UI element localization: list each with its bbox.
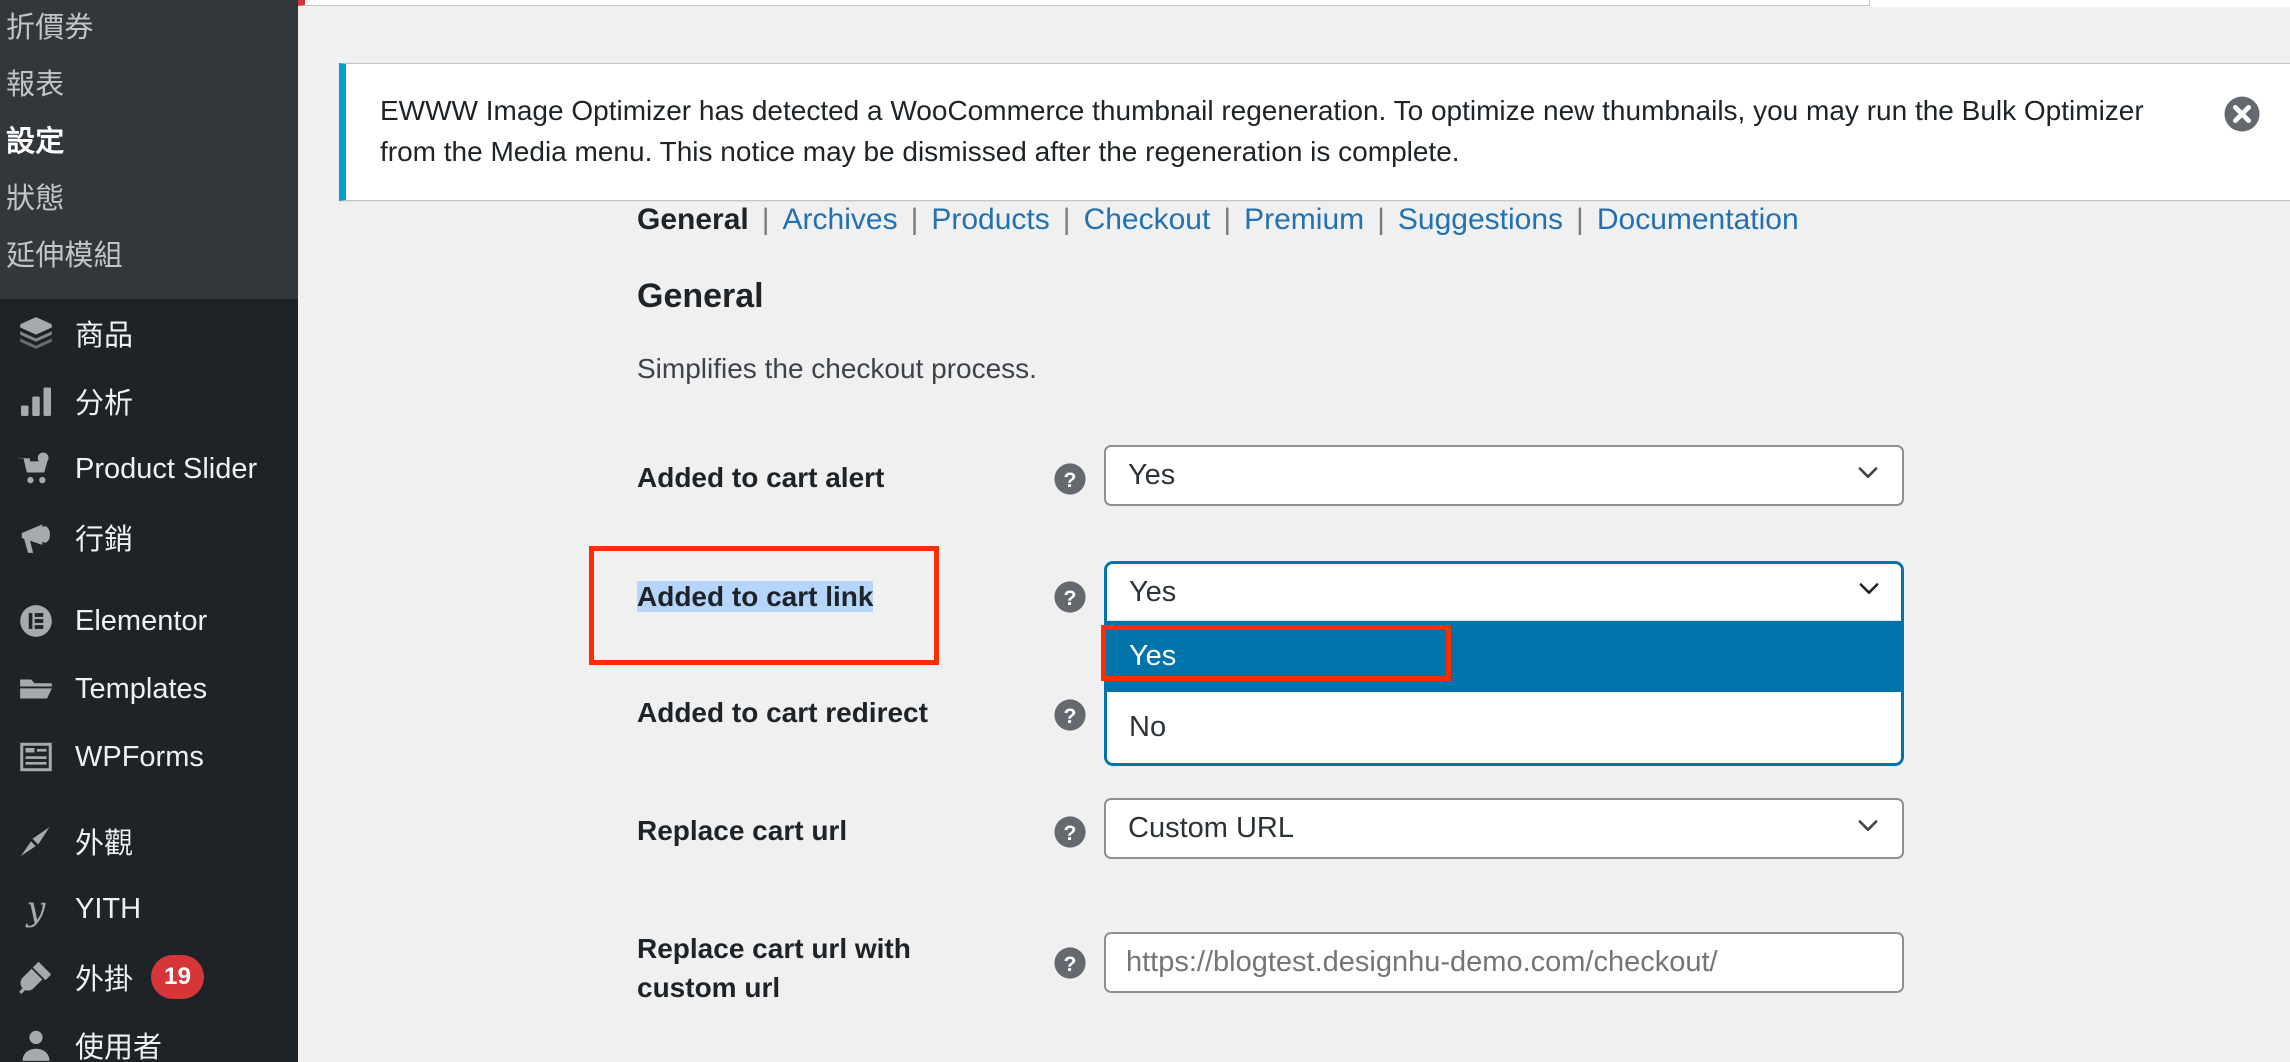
sidebar-item-marketing[interactable]: 行銷 [0, 503, 298, 571]
field-replace-cart-url-custom [1104, 932, 1904, 993]
label-replace-cart-url-custom: Replace cart url with custom url [637, 933, 911, 1003]
megaphone-icon [6, 518, 66, 556]
yith-icon: y [6, 890, 66, 928]
chevron-down-icon [1855, 574, 1883, 610]
cart-gear-icon [6, 450, 66, 488]
sidebar-item-label: 使用者 [75, 1032, 163, 1062]
submenu-item-coupons[interactable]: 折價券 [0, 0, 298, 57]
elementor-icon [6, 602, 66, 640]
submenu-item-status[interactable]: 狀態 [0, 171, 298, 228]
sidebar-item-wpforms[interactable]: WPForms [0, 723, 298, 791]
select-option-no[interactable]: No [1107, 692, 1901, 763]
field-added-to-cart-alert: Yes [1104, 445, 1904, 506]
select-added-to-cart-link-value[interactable]: Yes [1107, 564, 1901, 621]
label-replace-cart-url: Replace cart url [637, 815, 848, 846]
svg-text:?: ? [1064, 952, 1077, 976]
sidebar-item-product-slider[interactable]: Product Slider [0, 435, 298, 503]
label-added-to-cart-alert: Added to cart alert [637, 462, 885, 493]
sidebar-item-label: WPForms [75, 740, 204, 773]
wordpress-admin-screen: 折價券 報表 設定 狀態 延伸模組 商品 分析 Product Slider 行… [0, 0, 2290, 1062]
woocommerce-submenu: 折價券 報表 設定 狀態 延伸模組 [0, 0, 298, 299]
option-label: Yes [1129, 640, 1177, 672]
help-circle-icon[interactable]: ? [1053, 946, 1087, 980]
plugin-icon [6, 958, 66, 996]
settings-form: Added to cart alert ? Yes Added to cart … [298, 0, 2290, 1062]
plugin-update-count-badge: 19 [151, 955, 205, 999]
label-added-to-cart-link-text: Added to cart link [637, 581, 874, 612]
appearance-brush-icon [6, 822, 66, 860]
sidebar-item-label: 外觀 [75, 828, 134, 860]
sidebar-item-label: Product Slider [75, 452, 258, 485]
select-added-to-cart-link-open[interactable]: Yes Yes No [1104, 561, 1904, 766]
select-value: Custom URL [1128, 812, 1294, 844]
chevron-down-icon [1854, 811, 1882, 847]
help-circle-icon[interactable]: ? [1053, 698, 1087, 732]
sidebar-item-users[interactable]: 使用者 [0, 1011, 298, 1062]
sidebar-item-label: YITH [75, 892, 142, 925]
sidebar-item-products[interactable]: 商品 [0, 299, 298, 367]
select-value: Yes [1129, 575, 1177, 608]
sidebar-item-label: Elementor [75, 604, 208, 637]
sidebar-item-label: 行銷 [75, 524, 134, 556]
sidebar-item-label: 外掛 [75, 964, 134, 996]
field-replace-cart-url: Custom URL [1104, 798, 1904, 859]
help-circle-icon[interactable]: ? [1053, 815, 1087, 849]
analytics-bars-icon [6, 383, 66, 419]
submenu-label: 延伸模組 [6, 240, 123, 272]
select-added-to-cart-alert[interactable]: Yes [1104, 445, 1904, 506]
sidebar-item-elementor[interactable]: Elementor [0, 587, 298, 655]
sidebar-item-analytics[interactable]: 分析 [0, 367, 298, 435]
sidebar-item-label: Templates [75, 672, 208, 705]
sidebar-divider [0, 571, 298, 587]
folder-icon [6, 670, 66, 708]
label-added-to-cart-redirect: Added to cart redirect [637, 697, 928, 728]
submenu-item-extensions[interactable]: 延伸模組 [0, 228, 298, 285]
submenu-label: 設定 [6, 126, 65, 158]
submenu-label: 報表 [6, 69, 65, 101]
chevron-down-icon [1854, 458, 1882, 494]
label-added-to-cart-link: Added to cart link [637, 578, 997, 617]
svg-text:?: ? [1064, 586, 1077, 610]
input-replace-cart-url-custom[interactable] [1104, 932, 1904, 993]
sidebar-item-label: 商品 [75, 320, 134, 352]
submenu-label: 狀態 [6, 183, 65, 215]
sidebar-item-plugins[interactable]: 外掛 19 [0, 943, 298, 1011]
svg-text:?: ? [1064, 704, 1077, 728]
svg-text:?: ? [1064, 821, 1077, 845]
select-option-yes[interactable]: Yes [1107, 621, 1901, 692]
sidebar-divider [0, 791, 298, 807]
submenu-label: 折價券 [6, 12, 94, 44]
select-replace-cart-url[interactable]: Custom URL [1104, 798, 1904, 859]
help-circle-icon[interactable]: ? [1053, 462, 1087, 496]
sidebar-item-templates[interactable]: Templates [0, 655, 298, 723]
users-icon [6, 1026, 66, 1062]
main-content: EWWW Image Optimizer has detected a WooC… [298, 0, 2290, 1062]
sidebar-item-yith[interactable]: y YITH [0, 875, 298, 943]
products-box-icon [6, 314, 66, 352]
select-value: Yes [1128, 459, 1176, 491]
submenu-item-settings[interactable]: 設定 [0, 114, 298, 171]
submenu-item-reports[interactable]: 報表 [0, 57, 298, 114]
admin-sidebar: 折價券 報表 設定 狀態 延伸模組 商品 分析 Product Slider 行… [0, 0, 298, 1062]
svg-text:y: y [25, 890, 47, 928]
help-circle-icon[interactable]: ? [1053, 580, 1087, 614]
sidebar-item-label: 分析 [75, 388, 134, 420]
option-label: No [1129, 711, 1167, 743]
svg-text:?: ? [1064, 468, 1077, 492]
sidebar-item-appearance[interactable]: 外觀 [0, 807, 298, 875]
wpforms-icon [6, 739, 66, 775]
